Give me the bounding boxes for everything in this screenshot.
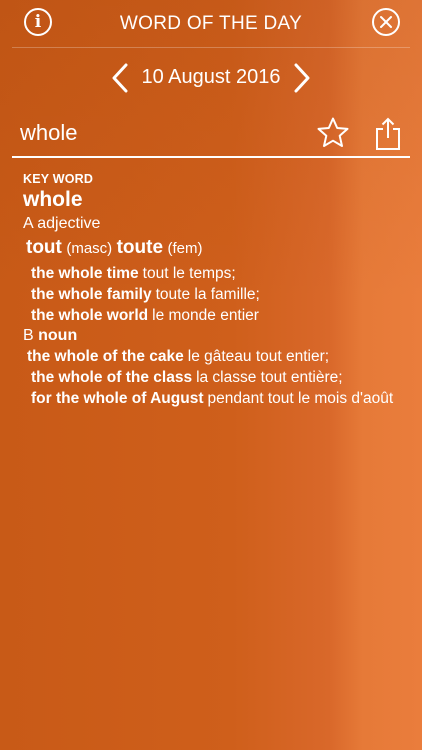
current-date: 10 August 2016 <box>141 66 281 88</box>
gender-fem: (fem) <box>167 240 203 257</box>
example-french: tout le temps; <box>142 265 236 282</box>
sense-a-pos: A adjective <box>23 214 403 234</box>
gender-masc: (masc) <box>66 240 113 257</box>
sense-letter: A <box>23 215 33 232</box>
date-navigator: 10 August 2016 <box>0 58 422 98</box>
example-row: the whole world le monde entier <box>31 305 403 326</box>
part-of-speech: adjective <box>37 215 101 232</box>
header-divider <box>12 47 410 48</box>
example-row: the whole family toute la famille; <box>31 284 403 305</box>
headword: whole <box>23 188 83 211</box>
share-icon[interactable] <box>374 116 402 152</box>
sense-b-pos: B noun <box>23 326 403 346</box>
example-french: la classe tout entière; <box>196 369 343 386</box>
part-of-speech: noun <box>38 327 78 344</box>
example-french: le gâteau tout entier; <box>187 348 330 365</box>
star-icon[interactable] <box>316 116 350 150</box>
example-row: the whole of the class la classe tout ent… <box>31 367 403 388</box>
search-input[interactable]: whole <box>20 120 77 146</box>
example-english: the whole family <box>31 286 152 303</box>
chevron-right-icon[interactable] <box>290 62 314 94</box>
page-title: WORD OF THE DAY <box>119 13 303 34</box>
example-row: for the whole of August pendant tout le m… <box>31 388 403 409</box>
example-french: le monde entier <box>152 307 259 324</box>
example-english: the whole time <box>31 265 139 282</box>
translation-fem[interactable]: toute <box>117 237 163 258</box>
example-english: the whole of the cake <box>27 348 184 365</box>
example-english: the whole world <box>31 307 149 324</box>
sense-letter: B <box>23 327 34 344</box>
example-french: pendant tout le mois d'août <box>207 390 394 407</box>
example-english: for the whole of August <box>31 390 204 407</box>
translation-masc[interactable]: tout <box>26 237 62 258</box>
example-english: the whole of the class <box>31 369 193 386</box>
example-french: toute la famille; <box>155 286 260 303</box>
example-row: the whole of the cake le gâteau tout enti… <box>27 346 403 367</box>
search-divider <box>12 156 410 158</box>
example-row: the whole time tout le temps; <box>31 263 403 284</box>
dictionary-entry: KEY WORD whole A adjective tout (masc) t… <box>23 172 403 409</box>
key-word-label: KEY WORD <box>23 172 94 186</box>
close-icon <box>380 16 392 28</box>
sense-a-translation: tout (masc) toute (fem) <box>26 236 403 261</box>
search-row: whole <box>0 112 422 156</box>
close-button[interactable] <box>372 8 400 36</box>
top-bar: i WORD OF THE DAY <box>0 0 422 48</box>
